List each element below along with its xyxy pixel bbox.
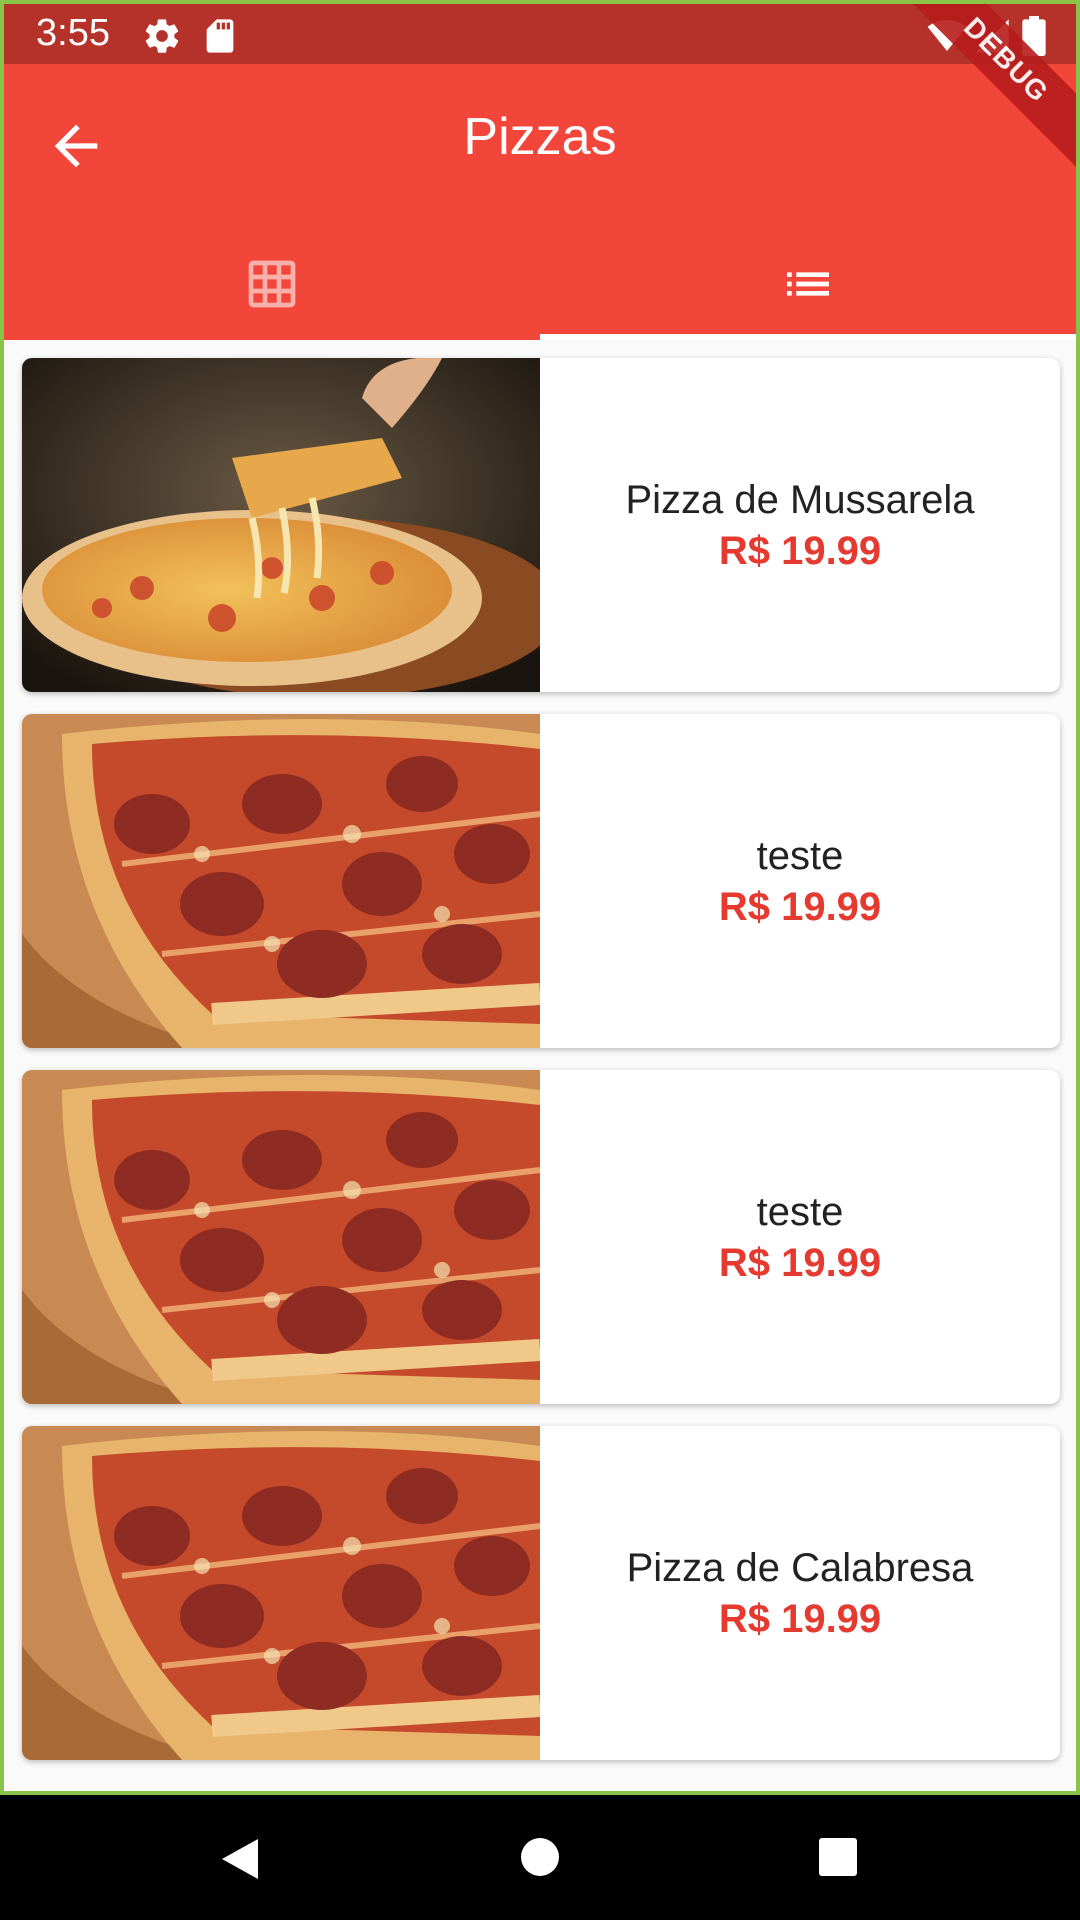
tab-indicator	[540, 334, 1076, 340]
pizza-info: teste R$ 19.99	[540, 1070, 1060, 1404]
status-time: 3:55	[36, 12, 110, 54]
pizza-card[interactable]: teste R$ 19.99	[22, 714, 1060, 1048]
pizza-info: teste R$ 19.99	[540, 714, 1060, 1048]
pizza-image	[22, 358, 540, 692]
home-nav-icon[interactable]	[520, 1837, 560, 1877]
sd-card-icon	[206, 19, 234, 53]
app-bar: Pizzas	[4, 64, 1076, 340]
pizza-image	[22, 714, 540, 1048]
back-nav-icon[interactable]	[218, 1837, 260, 1881]
pizza-price: R$ 19.99	[718, 885, 882, 929]
pizza-list: Pizza de Mussarela R$ 19.99 teste R$ 19.…	[22, 358, 1062, 1782]
list-icon	[787, 272, 829, 296]
page-title: Pizzas	[463, 108, 617, 166]
tab-grid[interactable]	[4, 234, 540, 334]
status-bar: 3:55	[4, 4, 1076, 64]
pizza-name: teste	[756, 1190, 844, 1234]
pizza-info: Pizza de Calabresa R$ 19.99	[540, 1426, 1060, 1760]
pizza-card[interactable]: Pizza de Calabresa R$ 19.99	[22, 1426, 1060, 1760]
grid-icon	[248, 260, 296, 308]
pizza-card[interactable]: Pizza de Mussarela R$ 19.99	[22, 358, 1060, 692]
pizza-price: R$ 19.99	[718, 1241, 882, 1285]
recents-nav-icon[interactable]	[818, 1837, 858, 1877]
pizza-name: teste	[756, 834, 844, 878]
pizza-info: Pizza de Mussarela R$ 19.99	[540, 358, 1060, 692]
pizza-name: Pizza de Mussarela	[625, 478, 975, 522]
pizza-image	[22, 1426, 540, 1760]
pizza-price: R$ 19.99	[718, 529, 882, 573]
system-nav-bar	[0, 1795, 1080, 1920]
app-frame: 3:55 Pizzas DEBUG Pizza de Mussarela R$ …	[0, 0, 1080, 1795]
pizza-name: Pizza de Calabresa	[626, 1546, 974, 1590]
pizza-price: R$ 19.99	[718, 1597, 882, 1641]
pizza-card[interactable]: teste R$ 19.99	[22, 1070, 1060, 1404]
pizza-image	[22, 1070, 540, 1404]
settings-icon	[145, 19, 179, 53]
tab-list[interactable]	[540, 234, 1076, 334]
